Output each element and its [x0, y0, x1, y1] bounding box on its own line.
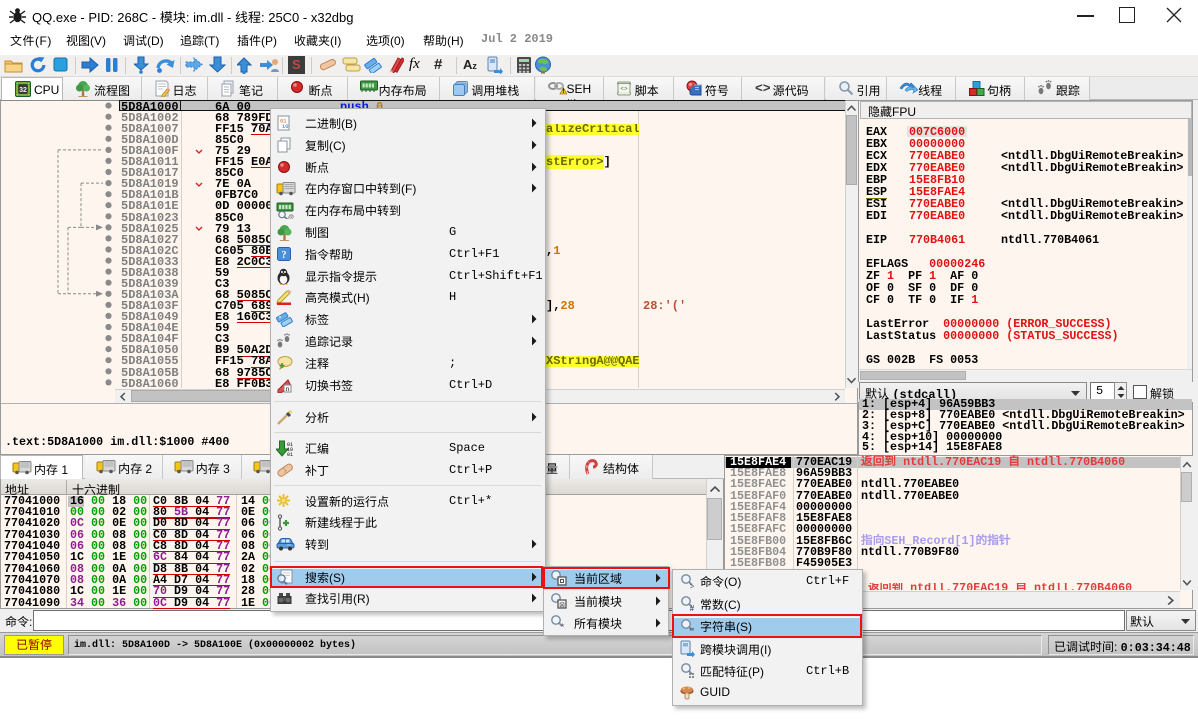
svg-text:01: 01 — [287, 452, 293, 457]
svg-text:<>: <> — [620, 86, 628, 93]
svg-text:?: ? — [282, 250, 287, 261]
svg-text:⊠: ⊠ — [559, 602, 565, 609]
svg-text:>: > — [690, 582, 695, 590]
svg-text:<>: <> — [755, 81, 771, 94]
svg-text:n: n — [286, 387, 289, 393]
svg-text:*: * — [561, 622, 565, 631]
svg-text:#: # — [690, 604, 695, 612]
svg-text:@: @ — [288, 215, 294, 219]
svg-text:10: 10 — [282, 123, 289, 130]
svg-text:!: ! — [562, 89, 564, 95]
